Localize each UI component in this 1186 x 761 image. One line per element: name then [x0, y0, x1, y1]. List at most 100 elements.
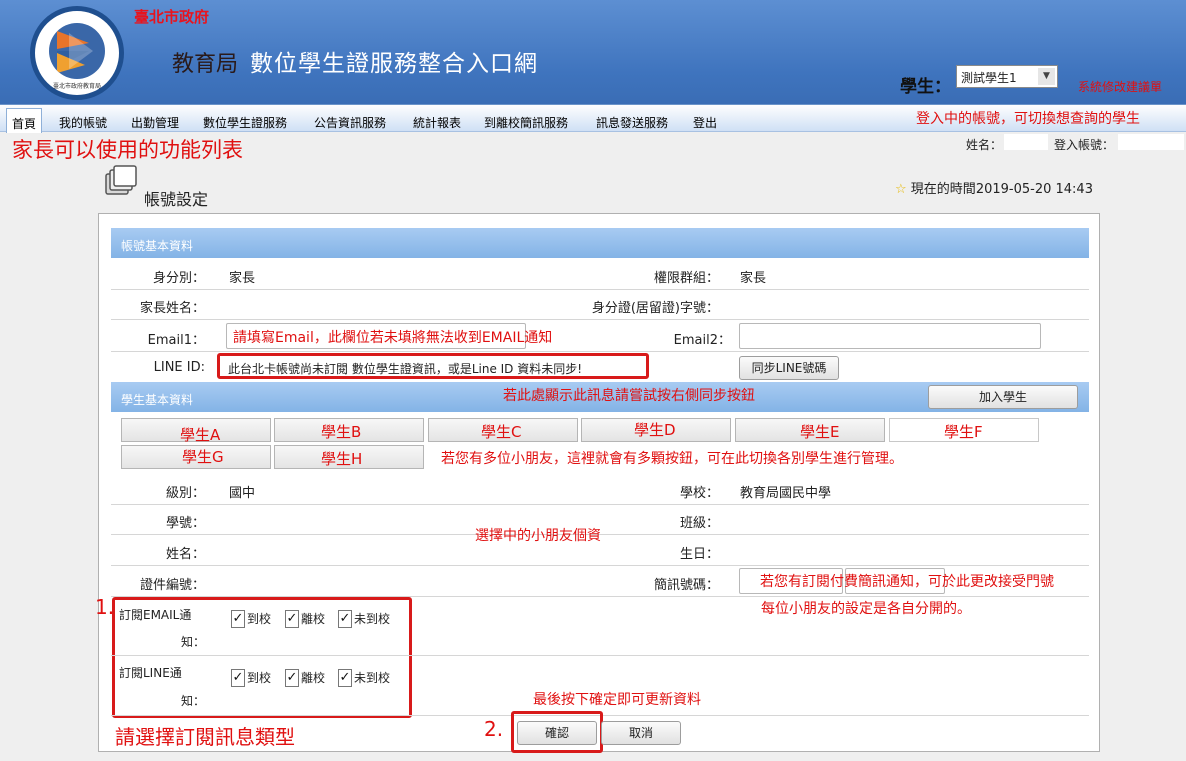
annotation-confirm-note: 最後按下確定即可更新資料: [533, 692, 701, 708]
page-title: 帳號設定: [144, 190, 209, 209]
clock-value: 2019-05-20 14:43: [975, 182, 1093, 197]
grade-value: 國中: [229, 486, 256, 501]
nav-item-messaging[interactable]: 訊息發送服務: [596, 114, 668, 131]
email-checkbox-absent[interactable]: ✓: [338, 610, 352, 628]
email-subscription-label-line1: 訂閱EMAIL通: [119, 608, 192, 622]
row-divider: [111, 565, 1089, 566]
sms-label: 簡訊號碼：: [653, 578, 719, 593]
line-checkbox-absent[interactable]: ✓: [338, 669, 352, 687]
annotation-sync-note: 若此處顯示此訊息請嘗試按右側同步按鈕: [503, 388, 755, 404]
annotation-functions-note: 家長可以使用的功能列表: [12, 138, 243, 162]
student-no-label: 學號：: [165, 516, 205, 531]
student-select-value: 測試學生1: [961, 71, 1017, 85]
student-tab-label: 學生E: [800, 423, 840, 441]
student-tab-label: 學生G: [182, 448, 224, 466]
student-tab-label: 學生A: [180, 426, 221, 444]
user-name-value: [1004, 134, 1048, 150]
line-id-label: LINE ID:: [153, 360, 205, 375]
logo: 臺北市政府教育局: [30, 6, 124, 100]
student-tab-label: 學生B: [321, 423, 362, 441]
logo-emblem-icon: [57, 31, 93, 73]
confirm-button[interactable]: 確認: [517, 721, 597, 745]
nav-item-my-account[interactable]: 我的帳號: [59, 114, 107, 131]
annotation-email-note: 請填寫Email，此欄位若未填將無法收到EMAIL通知: [233, 330, 553, 346]
annotation-subscription-note: 請選擇訂閱訊息類型: [115, 725, 295, 749]
feedback-link[interactable]: 系統修改建議單: [1078, 78, 1162, 95]
nav-item-logout[interactable]: 登出: [693, 114, 717, 131]
line-subscription-label-line1: 訂閱LINE通: [119, 666, 182, 680]
student-tab-a[interactable]: 學生A: [121, 418, 271, 444]
student-tab-d[interactable]: 學生D: [581, 418, 731, 442]
row-divider: [111, 289, 1089, 290]
school-label: 學校：: [679, 486, 719, 501]
line-option-absent: 未到校: [354, 671, 391, 685]
account-settings-icon: [102, 164, 138, 200]
row-divider: [111, 504, 1089, 505]
student-name-label: 姓名：: [165, 547, 205, 562]
card-no-label: 證件編號：: [139, 578, 205, 593]
site-header: 臺北市政府教育局 臺北市政府 教育局 數位學生證服務整合入口網 學生： 測試學生…: [0, 0, 1186, 104]
nav-item-attendance[interactable]: 出勤管理: [131, 114, 179, 131]
email-checkbox-arrive[interactable]: ✓: [231, 610, 245, 628]
nav-item-sms-service[interactable]: 到離校簡訊服務: [484, 114, 568, 131]
user-account-label: 登入帳號：: [1054, 138, 1115, 152]
clock-prefix: 現在的時間: [910, 182, 976, 197]
identity-label: 身分別：: [152, 271, 205, 286]
student-tab-label: 學生D: [634, 421, 676, 439]
parent-name-label: 家長姓名：: [139, 301, 205, 316]
logo-emblem: [49, 23, 105, 79]
student-tab-b[interactable]: 學生B: [274, 418, 424, 442]
annotation-sms-note-2: 每位小朋友的設定是各自分開的。: [761, 601, 971, 617]
line-option-arrive: 到校: [247, 671, 272, 685]
add-student-button[interactable]: 加入學生: [928, 385, 1078, 409]
account-section-header: 帳號基本資料: [111, 228, 1089, 258]
identity-value: 家長: [229, 271, 256, 286]
nav-item-home[interactable]: 首頁: [6, 108, 43, 133]
annotation-multi-student-note: 若您有多位小朋友，這裡就會有多顆按鈕，可在此切換各別學生進行管理。: [441, 451, 903, 467]
row-divider: [111, 319, 1089, 320]
cancel-button[interactable]: 取消: [601, 721, 681, 745]
email-subscription-label-line2: 知：: [180, 635, 205, 649]
student-tab-label: 學生H: [321, 450, 363, 468]
org-name: 臺北市政府: [134, 8, 210, 26]
star-icon: ☆: [895, 182, 907, 197]
student-tab-e[interactable]: 學生E: [735, 418, 885, 442]
student-tab-h[interactable]: 學生H: [274, 445, 424, 469]
birthday-label: 生日：: [679, 547, 719, 562]
annotation-step-2: 2.: [484, 717, 504, 741]
student-tab-label: 學生C: [481, 423, 522, 441]
student-select[interactable]: 測試學生1 ▼: [956, 65, 1058, 88]
email-option-arrive: 到校: [247, 612, 272, 626]
email1-label: Email1：: [147, 333, 205, 348]
site-title: 數位學生證服務整合入口網: [250, 51, 538, 77]
student-label: 學生：: [900, 77, 951, 97]
annotation-login-note: 登入中的帳號，可切換想查詢的學生: [916, 111, 1140, 127]
sync-line-button[interactable]: 同步LINE號碼: [739, 356, 839, 380]
student-tab-f[interactable]: 學生F: [889, 418, 1039, 442]
group-label: 權限群組：: [653, 271, 719, 286]
email2-field[interactable]: [739, 323, 1041, 349]
annotation-sms-note: 若您有訂閱付費簡訊通知，可於此更改接受門號: [760, 574, 1054, 590]
annotation-selected-student-note: 選擇中的小朋友個資: [475, 528, 601, 544]
row-divider: [111, 351, 1089, 352]
user-account-value: [1118, 134, 1184, 150]
line-checkbox-arrive[interactable]: ✓: [231, 669, 245, 687]
school-value: 教育局國民中學: [740, 486, 832, 501]
email2-label: Email2：: [673, 333, 731, 348]
line-checkbox-leave[interactable]: ✓: [285, 669, 299, 687]
nav-item-announcements[interactable]: 公告資訊服務: [314, 114, 386, 131]
row-divider: [111, 655, 1089, 656]
current-time: ☆ 現在的時間2019-05-20 14:43: [895, 178, 1093, 197]
chevron-down-icon[interactable]: ▼: [1038, 68, 1055, 85]
nav-item-reports[interactable]: 統計報表: [413, 114, 461, 131]
student-tab-label: 學生F: [944, 423, 983, 441]
student-tab-c[interactable]: 學生C: [428, 418, 578, 442]
student-tab-g[interactable]: 學生G: [121, 445, 271, 469]
nav-item-digital-card[interactable]: 數位學生證服務: [203, 114, 287, 131]
line-subscription-label-line2: 知：: [180, 694, 205, 708]
logo-caption: 臺北市政府教育局: [52, 83, 101, 90]
email-checkbox-leave[interactable]: ✓: [285, 610, 299, 628]
email-option-absent: 未到校: [354, 612, 391, 626]
line-option-leave: 離校: [301, 671, 326, 685]
dept-name: 教育局: [172, 52, 239, 77]
